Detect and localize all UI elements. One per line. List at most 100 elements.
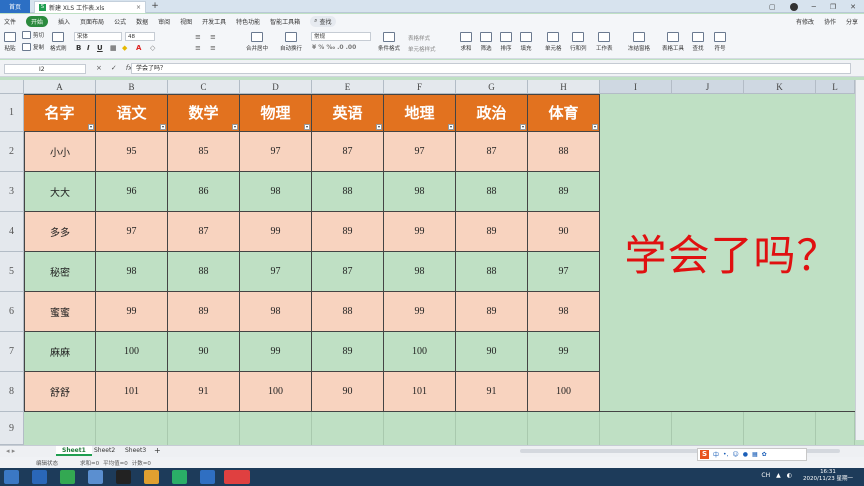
empty-cell[interactable] — [528, 412, 600, 445]
emoji-icon[interactable]: ☺ — [732, 451, 738, 458]
row-header[interactable]: 5 — [0, 252, 24, 292]
data-cell[interactable]: 秘密 — [24, 252, 96, 292]
header-cell[interactable]: 物理 ▾ — [240, 94, 312, 132]
row-header[interactable]: 6 — [0, 292, 24, 332]
data-cell[interactable]: 88 — [456, 252, 528, 292]
filter-dropdown-icon[interactable]: ▾ — [448, 124, 454, 130]
data-cell[interactable]: 87 — [168, 212, 240, 252]
empty-cell[interactable] — [384, 412, 456, 445]
cancel-icon[interactable]: × — [96, 64, 102, 72]
header-cell[interactable]: 政治 ▾ — [456, 94, 528, 132]
find-button[interactable]: 查找 — [692, 32, 704, 52]
filter-button[interactable]: 筛选 — [480, 32, 492, 52]
symbol-button[interactable]: 符号 — [714, 32, 726, 52]
data-cell[interactable]: 99 — [240, 212, 312, 252]
data-cell[interactable]: 大大 — [24, 172, 96, 212]
font-name-select[interactable]: 宋体 — [74, 32, 122, 41]
data-cell[interactable]: 89 — [456, 212, 528, 252]
empty-cell[interactable] — [312, 412, 384, 445]
data-cell[interactable]: 97 — [528, 252, 600, 292]
menu-file[interactable]: 文件 — [4, 17, 16, 26]
data-cell[interactable]: 98 — [240, 292, 312, 332]
home-tab[interactable]: 首页 — [0, 0, 30, 13]
data-cell[interactable]: 89 — [528, 172, 600, 212]
network-icon[interactable]: ▲ — [776, 472, 781, 479]
data-cell[interactable]: 99 — [384, 292, 456, 332]
data-cell[interactable]: 100 — [384, 332, 456, 372]
formula-input[interactable]: 学会了吗？ — [131, 63, 851, 74]
merged-cell-i2[interactable]: 学会了吗？ — [600, 94, 864, 412]
font-size-select[interactable]: 48 — [125, 32, 155, 41]
row-header[interactable]: 4 — [0, 212, 24, 252]
data-cell[interactable]: 88 — [312, 172, 384, 212]
underline-button[interactable]: U — [97, 44, 103, 52]
data-cell[interactable]: 小小 — [24, 132, 96, 172]
collaborate-button[interactable]: 协作 — [824, 17, 836, 26]
italic-button[interactable]: I — [87, 44, 90, 52]
column-header[interactable]: C — [168, 80, 240, 94]
border-icon[interactable]: ▦ — [110, 44, 117, 52]
column-header[interactable]: E — [312, 80, 384, 94]
format-painter-button[interactable]: 格式刷 — [50, 32, 67, 52]
wrap-text-button[interactable]: 自动换行 — [280, 32, 302, 52]
fill-button[interactable]: 填充 — [520, 32, 532, 52]
align-top-icon[interactable]: ≡ — [195, 33, 201, 41]
filter-dropdown-icon[interactable]: ▾ — [88, 124, 94, 130]
data-cell[interactable]: 88 — [312, 292, 384, 332]
data-cell[interactable]: 98 — [240, 172, 312, 212]
align-middle-icon[interactable]: ≡ — [210, 33, 216, 41]
column-header[interactable]: I — [600, 80, 672, 94]
cut-button[interactable]: 剪切 — [22, 31, 44, 39]
worksheet-button[interactable]: 工作表 — [596, 32, 613, 52]
empty-cell[interactable] — [24, 412, 96, 445]
data-cell[interactable]: 88 — [168, 252, 240, 292]
system-clock[interactable]: 16:31 2020/11/23 星期一 — [798, 469, 858, 483]
menu-data[interactable]: 数据 — [136, 17, 148, 26]
data-cell[interactable]: 98 — [96, 252, 168, 292]
files-icon[interactable] — [88, 470, 103, 484]
column-header[interactable]: A — [24, 80, 96, 94]
cell-style-button[interactable]: 单元格样式 — [408, 45, 436, 53]
close-tab-icon[interactable]: × — [136, 4, 141, 11]
avatar[interactable] — [789, 2, 798, 11]
confirm-icon[interactable]: ✓ — [111, 64, 117, 72]
row-header[interactable]: 7 — [0, 332, 24, 372]
align-left-icon[interactable]: ≡ — [195, 44, 201, 52]
volume-icon[interactable]: ◐ — [787, 472, 792, 479]
name-box[interactable]: I2 — [4, 64, 86, 74]
empty-cell[interactable] — [672, 412, 744, 445]
maximize-icon[interactable]: ❐ — [830, 3, 836, 11]
copy-button[interactable]: 复制 — [22, 43, 44, 51]
data-cell[interactable]: 99 — [96, 292, 168, 332]
data-cell[interactable]: 98 — [528, 292, 600, 332]
data-cell[interactable]: 98 — [384, 172, 456, 212]
column-header[interactable]: F — [384, 80, 456, 94]
document-tab[interactable]: S 新建 XLS 工作表.xls × — [34, 1, 146, 13]
mic-icon[interactable]: ● — [743, 451, 748, 458]
folder-icon[interactable] — [144, 470, 159, 484]
data-cell[interactable]: 97 — [384, 132, 456, 172]
row-header[interactable]: 3 — [0, 172, 24, 212]
empty-cell[interactable] — [240, 412, 312, 445]
table-style-button[interactable]: 表格样式 — [408, 34, 430, 42]
data-cell[interactable]: 90 — [528, 212, 600, 252]
percent-icon[interactable]: ¥ % ‰ .0 .00 — [312, 44, 356, 51]
column-header[interactable]: L — [816, 80, 855, 94]
menu-formulas[interactable]: 公式 — [114, 17, 126, 26]
wechat-icon[interactable] — [172, 470, 187, 484]
fill-color-icon[interactable]: ◆ — [122, 44, 127, 52]
menu-review[interactable]: 审阅 — [158, 17, 170, 26]
menu-page-layout[interactable]: 页面布局 — [80, 17, 104, 26]
menu-view[interactable]: 视图 — [180, 17, 192, 26]
cell-button[interactable]: 单元格 — [545, 32, 562, 52]
column-header[interactable]: H — [528, 80, 600, 94]
sum-button[interactable]: 求和 — [460, 32, 472, 52]
header-cell[interactable]: 语文 ▾ — [96, 94, 168, 132]
data-cell[interactable]: 蜜蜜 — [24, 292, 96, 332]
data-cell[interactable]: 舒舒 — [24, 372, 96, 412]
keyboard-icon[interactable]: ▦ — [752, 451, 758, 458]
recorder-icon[interactable] — [224, 470, 250, 484]
header-cell[interactable]: 数学 ▾ — [168, 94, 240, 132]
conditional-format-button[interactable]: 条件格式 — [378, 32, 400, 52]
data-cell[interactable]: 96 — [96, 172, 168, 212]
